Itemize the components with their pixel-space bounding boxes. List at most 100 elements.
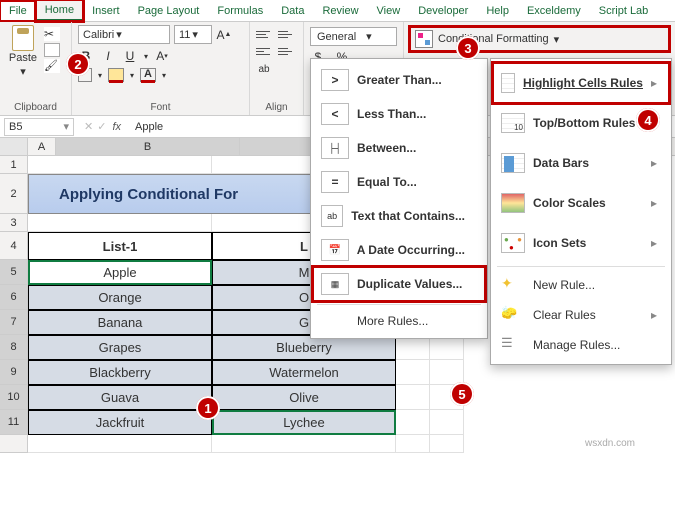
chevron-down-icon: ▾	[98, 71, 102, 80]
menu-duplicate-values[interactable]: ▦Duplicate Values...	[313, 267, 485, 301]
conditional-formatting-icon	[415, 30, 433, 48]
menu-text-contains[interactable]: abText that Contains...	[313, 199, 485, 233]
between-icon: ├┤	[321, 137, 349, 159]
font-size-select[interactable]: 11▾	[174, 25, 212, 44]
tab-exceldemy[interactable]: Exceldemy	[518, 1, 590, 21]
menu-new-rule[interactable]: New Rule...	[493, 270, 669, 300]
equal-icon: =	[321, 171, 349, 193]
row-header[interactable]: 6	[0, 285, 28, 310]
tab-file[interactable]: File	[0, 1, 36, 21]
table-cell[interactable]: Guava	[28, 385, 212, 410]
worksheet-grid: A B C D E 1 2 Applying Conditional For 3…	[0, 138, 675, 453]
col-header-b[interactable]: B	[56, 138, 240, 155]
clipboard-group-label: Clipboard	[6, 100, 65, 113]
cancel-formula-icon[interactable]: ✕	[84, 120, 93, 133]
tab-review[interactable]: Review	[313, 1, 367, 21]
copy-icon[interactable]	[44, 43, 60, 57]
chevron-down-icon: ▾	[554, 33, 560, 46]
chevron-right-icon: ▸	[651, 236, 657, 250]
tab-developer[interactable]: Developer	[409, 1, 477, 21]
row-header[interactable]: 4	[0, 232, 28, 260]
wrap-text-button[interactable]: ab	[256, 61, 272, 77]
row-header[interactable]: 9	[0, 360, 28, 385]
grow-font-icon[interactable]: A▲	[216, 27, 232, 43]
table-cell[interactable]: Olive	[212, 385, 396, 410]
table-cell[interactable]: Orange	[28, 285, 212, 310]
align-top-button[interactable]	[256, 27, 274, 41]
callout-3: 3	[456, 36, 480, 60]
tab-data[interactable]: Data	[272, 1, 313, 21]
align-center-button[interactable]	[278, 44, 296, 58]
tab-home[interactable]: Home	[36, 0, 83, 21]
font-name-select[interactable]: Calibri▾	[78, 25, 170, 44]
highlight-cells-menu: >Greater Than... <Less Than... ├┤Between…	[310, 58, 488, 339]
row-header[interactable]: 1	[0, 156, 28, 174]
fill-color-button[interactable]	[108, 68, 124, 82]
row-header[interactable]: 5	[0, 260, 28, 285]
greater-than-icon: >	[321, 69, 349, 91]
menu-date-occurring[interactable]: 📅A Date Occurring...	[313, 233, 485, 267]
watermark: wsxdn.com	[585, 438, 635, 449]
select-all-button[interactable]	[0, 138, 28, 155]
tab-help[interactable]: Help	[477, 1, 518, 21]
table-cell[interactable]: Blackberry	[28, 360, 212, 385]
menu-between[interactable]: ├┤Between...	[313, 131, 485, 165]
callout-2: 2	[66, 52, 90, 76]
paste-icon	[12, 25, 34, 51]
font-color-button[interactable]: A	[140, 68, 156, 82]
menu-more-rules[interactable]: More Rules...	[313, 308, 485, 334]
menu-greater-than[interactable]: >Greater Than...	[313, 63, 485, 97]
enter-formula-icon[interactable]: ✓	[97, 120, 106, 133]
fx-icon[interactable]: fx	[110, 121, 123, 133]
menu-clear-rules[interactable]: Clear Rules▸	[493, 300, 669, 330]
table-cell[interactable]: Banana	[28, 310, 212, 335]
date-icon: 📅	[321, 239, 349, 261]
row-header[interactable]: 8	[0, 335, 28, 360]
row-header[interactable]	[0, 435, 28, 453]
group-clipboard: Paste ▾ ✂ 🖌 Clipboard	[0, 22, 72, 115]
chevron-down-icon: ▾	[20, 65, 26, 78]
col-header-a[interactable]: A	[28, 138, 56, 155]
number-format-select[interactable]: General▾	[310, 27, 397, 46]
table-cell[interactable]: Lychee	[212, 410, 396, 435]
table-cell[interactable]: Jackfruit	[28, 410, 212, 435]
table-cell[interactable]: Apple	[28, 260, 212, 285]
row-header[interactable]: 7	[0, 310, 28, 335]
paste-button[interactable]: Paste ▾	[6, 25, 40, 78]
tab-view[interactable]: View	[368, 1, 410, 21]
row-header[interactable]: 2	[0, 174, 28, 214]
tab-formulas[interactable]: Formulas	[208, 1, 272, 21]
menu-manage-rules[interactable]: Manage Rules...	[493, 330, 669, 360]
menu-highlight-cells-rules[interactable]: Highlight Cells Rules▸	[493, 63, 669, 103]
shrink-font-icon[interactable]: A▾	[154, 48, 170, 64]
icon-sets-icon: ●●●	[501, 233, 525, 253]
manage-rules-icon	[501, 335, 525, 355]
menu-icon-sets[interactable]: ●●●Icon Sets▸	[493, 223, 669, 263]
row-header[interactable]: 3	[0, 214, 28, 232]
tab-insert[interactable]: Insert	[83, 1, 129, 21]
menu-equal-to[interactable]: =Equal To...	[313, 165, 485, 199]
tab-page-layout[interactable]: Page Layout	[129, 1, 209, 21]
tab-scriptlab[interactable]: Script Lab	[590, 1, 658, 21]
table-header-list1[interactable]: List-1	[28, 232, 212, 260]
color-scales-icon	[501, 193, 525, 213]
table-cell[interactable]: Watermelon	[212, 360, 396, 385]
new-rule-icon	[501, 275, 525, 295]
cut-icon[interactable]: ✂	[44, 27, 60, 41]
format-painter-icon[interactable]: 🖌	[44, 59, 60, 73]
table-cell[interactable]: Grapes	[28, 335, 212, 360]
font-group-label: Font	[78, 100, 243, 113]
cond-fmt-label: Conditional Formatting	[438, 33, 549, 45]
align-middle-button[interactable]	[278, 27, 296, 41]
menu-color-scales[interactable]: Color Scales▸	[493, 183, 669, 223]
name-box[interactable]: B5▾	[4, 118, 74, 136]
row-header[interactable]: 10	[0, 385, 28, 410]
conditional-formatting-button[interactable]: Conditional Formatting ▾	[410, 27, 669, 51]
chevron-right-icon: ▸	[651, 308, 657, 322]
row-header[interactable]: 11	[0, 410, 28, 435]
menu-data-bars[interactable]: Data Bars▸	[493, 143, 669, 183]
italic-button[interactable]: I	[100, 48, 116, 64]
underline-button[interactable]: U	[122, 48, 138, 64]
menu-less-than[interactable]: <Less Than...	[313, 97, 485, 131]
align-left-button[interactable]	[256, 44, 274, 58]
